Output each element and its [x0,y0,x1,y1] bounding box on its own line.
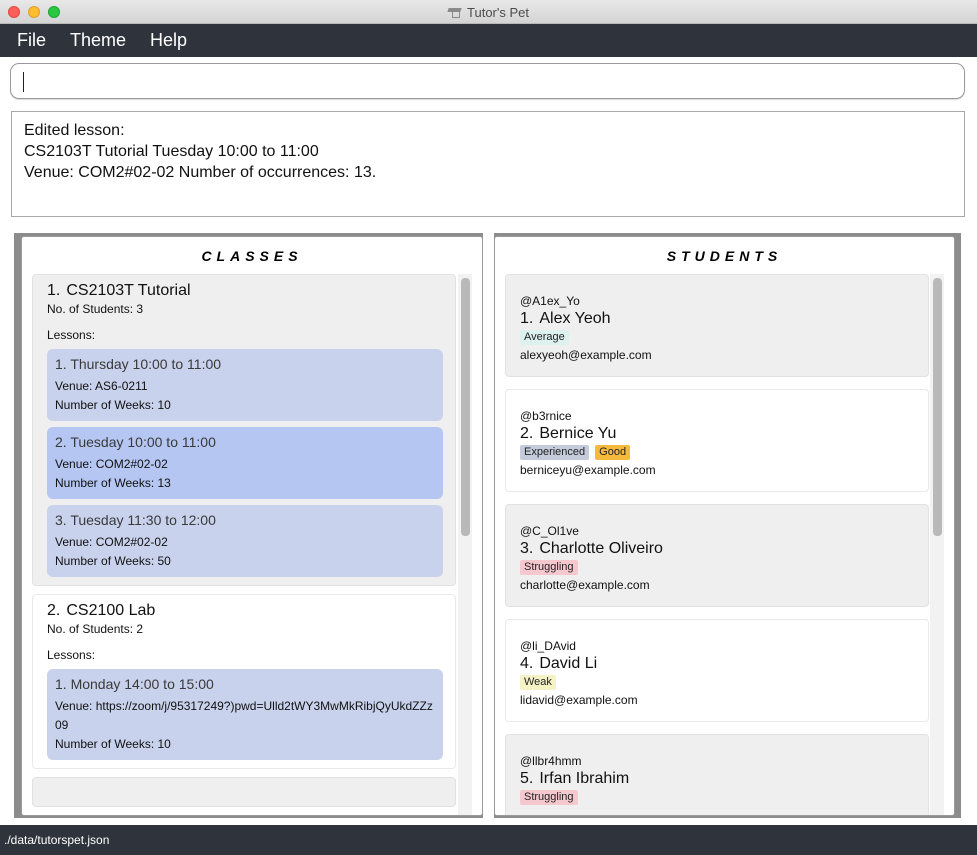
student-name: 4. David Li [520,655,598,672]
lesson-venue: Venue: COM2#02-02 [55,457,168,471]
class-list[interactable]: 1. CS2103T Tutorial No. of Students: 3 Le… [32,274,458,815]
lessons-label: Lessons: [47,648,96,662]
lesson-card-selected[interactable]: 2. Tuesday 10:00 to 11:00 Venue: COM2#02… [47,427,443,499]
student-card[interactable]: @b3rnice 2. Bernice Yu Experienced Good b… [505,389,929,492]
student-tag: Average [520,330,569,345]
class-student-count: No. of Students: 3 [47,302,144,316]
students-scroll-thumb[interactable] [933,278,942,536]
title-bar: Tutor's Pet [0,0,977,24]
student-tags: Weak [520,675,914,690]
window-title-text: Tutor's Pet [467,4,529,20]
student-email: lidavid@example.com [520,693,638,707]
lesson-time: 3. Tuesday 11:30 to 12:00 [55,512,216,528]
student-list[interactable]: @A1ex_Yo 1. Alex Yeoh Average alexyeoh@ex… [505,274,930,815]
lesson-weeks: Number of Weeks: 50 [55,554,171,568]
lesson-weeks: Number of Weeks: 10 [55,737,171,751]
text-caret [23,72,24,92]
student-tag: Good [595,445,631,460]
menu-help[interactable]: Help [143,30,194,51]
student-handle: @C_Ol1ve [520,524,579,538]
student-handle: @li_DAvid [520,639,576,653]
student-card[interactable]: @li_DAvid 4. David Li Weak lidavid@exampl… [505,619,929,722]
student-tags: Experienced Good [520,445,914,460]
student-handle: @b3rnice [520,409,572,423]
student-tag: Experienced [520,445,590,460]
menu-theme[interactable]: Theme [63,30,133,51]
student-handle: @A1ex_Yo [520,294,580,308]
student-name: 2. Bernice Yu [520,425,617,442]
students-scrollbar[interactable] [930,274,944,815]
result-display: Edited lesson: CS2103T Tutorial Tuesday … [11,111,965,217]
student-card[interactable]: @C_Ol1ve 3. Charlotte Oliveiro Struggling… [505,504,929,607]
student-email: alexyeoh@example.com [520,348,652,362]
command-input[interactable] [10,63,965,99]
classes-panel-title: CLASSES [201,248,303,264]
result-line: Edited lesson: [24,122,125,139]
student-name: 5. Irfan Ibrahim [520,770,630,787]
class-name: 1. CS2103T Tutorial [47,282,191,299]
student-name: 3. Charlotte Oliveiro [520,540,663,557]
classes-scroll-thumb[interactable] [461,278,470,536]
students-panel-title: STUDENTS [666,248,783,264]
student-card[interactable]: @llbr4hmm 5. Irfan Ibrahim Struggling [505,734,929,815]
class-card[interactable]: 2. CS2100 Lab No. of Students: 2 Lessons:… [32,594,456,769]
class-student-count: No. of Students: 2 [47,622,144,636]
classes-scrollbar[interactable] [458,274,472,815]
panel-area: CLASSES 1. CS2103T Tutorial No. of Studen… [0,233,977,818]
lessons-label: Lessons: [47,328,96,342]
menu-bar: File Theme Help [0,24,977,57]
result-line: Venue: COM2#02-02 Number of occurrences:… [24,164,377,181]
student-tags: Average [520,330,914,345]
student-card[interactable]: @A1ex_Yo 1. Alex Yeoh Average alexyeoh@ex… [505,274,929,377]
lesson-time: 1. Monday 14:00 to 15:00 [55,676,214,692]
class-name: 2. CS2100 Lab [47,602,156,619]
app-window: Tutor's Pet File Theme Help Edited lesso… [0,0,977,855]
lesson-card[interactable]: 1. Monday 14:00 to 15:00 Venue: https://… [47,669,443,760]
student-tags: Struggling [520,790,914,805]
student-email: charlotte@example.com [520,578,650,592]
students-panel: STUDENTS @A1ex_Yo 1. Alex Yeoh Average al… [494,236,955,816]
lesson-venue: Venue: AS6-0211 [55,379,148,393]
student-name: 1. Alex Yeoh [520,310,611,327]
save-file-path: ./data/tutorspet.json [4,833,110,847]
student-handle: @llbr4hmm [520,754,582,768]
student-tag: Struggling [520,560,578,575]
class-card[interactable] [32,777,456,807]
lesson-weeks: Number of Weeks: 10 [55,398,171,412]
lesson-venue: Venue: https://zoom/j/95317249?)pwd=Ulld… [55,699,433,732]
status-bar: ./data/tutorspet.json [0,825,977,855]
lesson-venue: Venue: COM2#02-02 [55,535,168,549]
window-title: Tutor's Pet [0,0,977,24]
student-tag: Struggling [520,790,578,805]
lesson-time: 2. Tuesday 10:00 to 11:00 [55,434,216,450]
result-line: CS2103T Tutorial Tuesday 10:00 to 11:00 [24,143,319,160]
lesson-card[interactable]: 3. Tuesday 11:30 to 12:00 Venue: COM2#02… [47,505,443,577]
lesson-weeks: Number of Weeks: 13 [55,476,171,490]
lesson-time: 1. Thursday 10:00 to 11:00 [55,356,222,372]
menu-file[interactable]: File [10,30,53,51]
graduation-cap-icon [448,7,462,18]
lesson-card[interactable]: 1. Thursday 10:00 to 11:00 Venue: AS6-02… [47,349,443,421]
student-email: berniceyu@example.com [520,463,656,477]
student-tags: Struggling [520,560,914,575]
class-card[interactable]: 1. CS2103T Tutorial No. of Students: 3 Le… [32,274,456,586]
student-tag: Weak [520,675,556,690]
classes-panel: CLASSES 1. CS2103T Tutorial No. of Studen… [21,236,483,816]
